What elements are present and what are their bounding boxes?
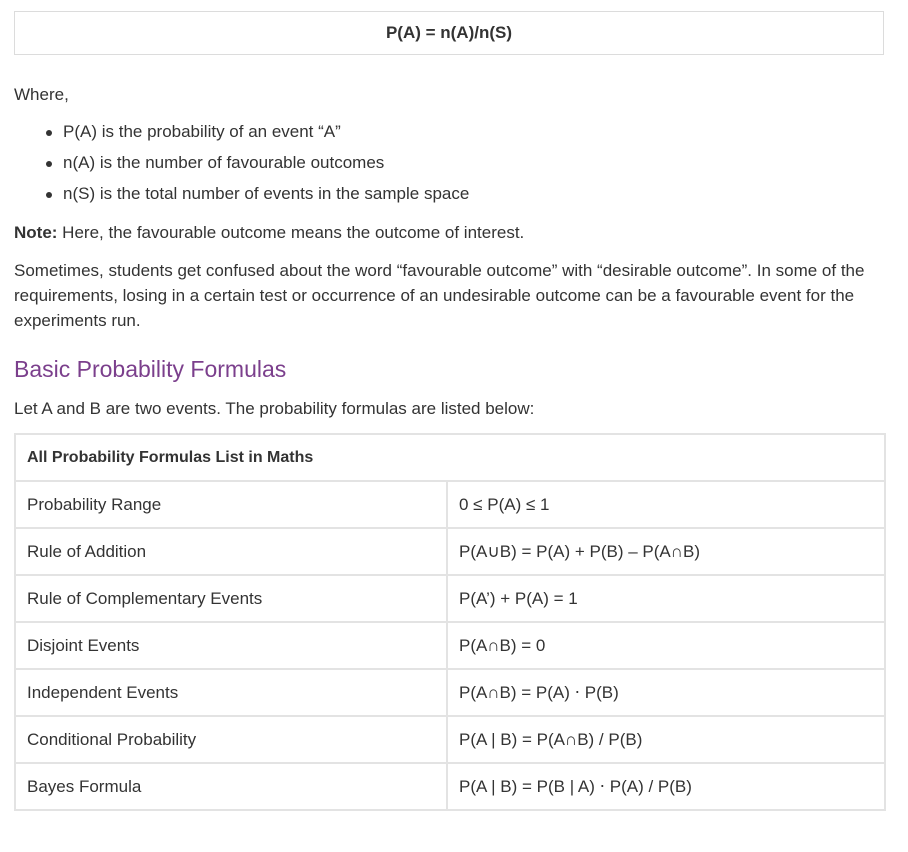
list-item: n(S) is the total number of events in th… [14,183,469,214]
table-row: Independent Events P(A∩B) = P(A) ⋅ P(B) [14,668,887,717]
table-row: Rule of Complementary Events P(A’) + P(A… [14,574,887,623]
list-item: n(A) is the number of favourable outcome… [14,152,469,183]
formula-cell: P(A∩B) = 0 [445,621,887,670]
note-paragraph: Note: Here, the favourable outcome means… [14,222,524,244]
table-header-row: All Probability Formulas List in Maths [13,433,887,482]
definition-text: P(A) is the probability of an event “A” [63,122,341,141]
formula-name-cell: Independent Events [14,668,448,717]
note-text: Here, the favourable outcome means the o… [57,223,525,242]
table-row: Conditional Probability P(A | B) = P(A∩B… [14,715,887,764]
formula-name-cell: Rule of Addition [14,527,448,576]
bullet-icon [46,161,52,167]
formula-cell: 0 ≤ P(A) ≤ 1 [445,480,887,529]
table-row: Probability Range 0 ≤ P(A) ≤ 1 [14,480,887,529]
note-label: Note: [14,223,58,242]
formula-cell: P(A | B) = P(B | A) ⋅ P(A) / P(B) [445,762,887,811]
formula-name-cell: Disjoint Events [14,621,448,670]
formula-cell: P(A’) + P(A) = 1 [445,574,887,623]
intro-text: Let A and B are two events. The probabil… [14,399,535,418]
explanation-paragraph: Sometimes, students get confused about t… [14,261,865,330]
formula-name-cell: Bayes Formula [14,762,448,811]
table-row: Disjoint Events P(A∩B) = 0 [14,621,887,670]
formula-cell: P(A | B) = P(A∩B) / P(B) [445,715,887,764]
formula-name-cell: Conditional Probability [14,715,448,764]
formula-name-cell: Rule of Complementary Events [14,574,448,623]
definitions-list: P(A) is the probability of an event “A” … [14,121,469,214]
list-item: P(A) is the probability of an event “A” [14,121,469,152]
bullet-icon [46,130,52,136]
definition-text: n(S) is the total number of events in th… [63,184,470,203]
formula-cell: P(A∪B) = P(A) + P(B) – P(A∩B) [445,527,887,576]
formula-cell: P(A∩B) = P(A) ⋅ P(B) [445,668,887,717]
formulas-table: All Probability Formulas List in Maths P… [13,433,887,811]
article-content: P(A) = n(A)/n(S) Where, P(A) is the prob… [0,0,908,852]
main-formula-box: P(A) = n(A)/n(S) [14,11,884,55]
where-label: Where, [14,85,69,104]
formula-name-cell: Probability Range [14,480,448,529]
section-heading: Basic Probability Formulas [14,356,287,382]
definition-text: n(A) is the number of favourable outcome… [63,153,385,172]
table-row: Rule of Addition P(A∪B) = P(A) + P(B) – … [14,527,887,576]
table-header: All Probability Formulas List in Maths [13,433,887,482]
table-row: Bayes Formula P(A | B) = P(B | A) ⋅ P(A)… [14,762,887,811]
bullet-icon [46,192,52,198]
main-formula-text: P(A) = n(A)/n(S) [385,23,513,42]
